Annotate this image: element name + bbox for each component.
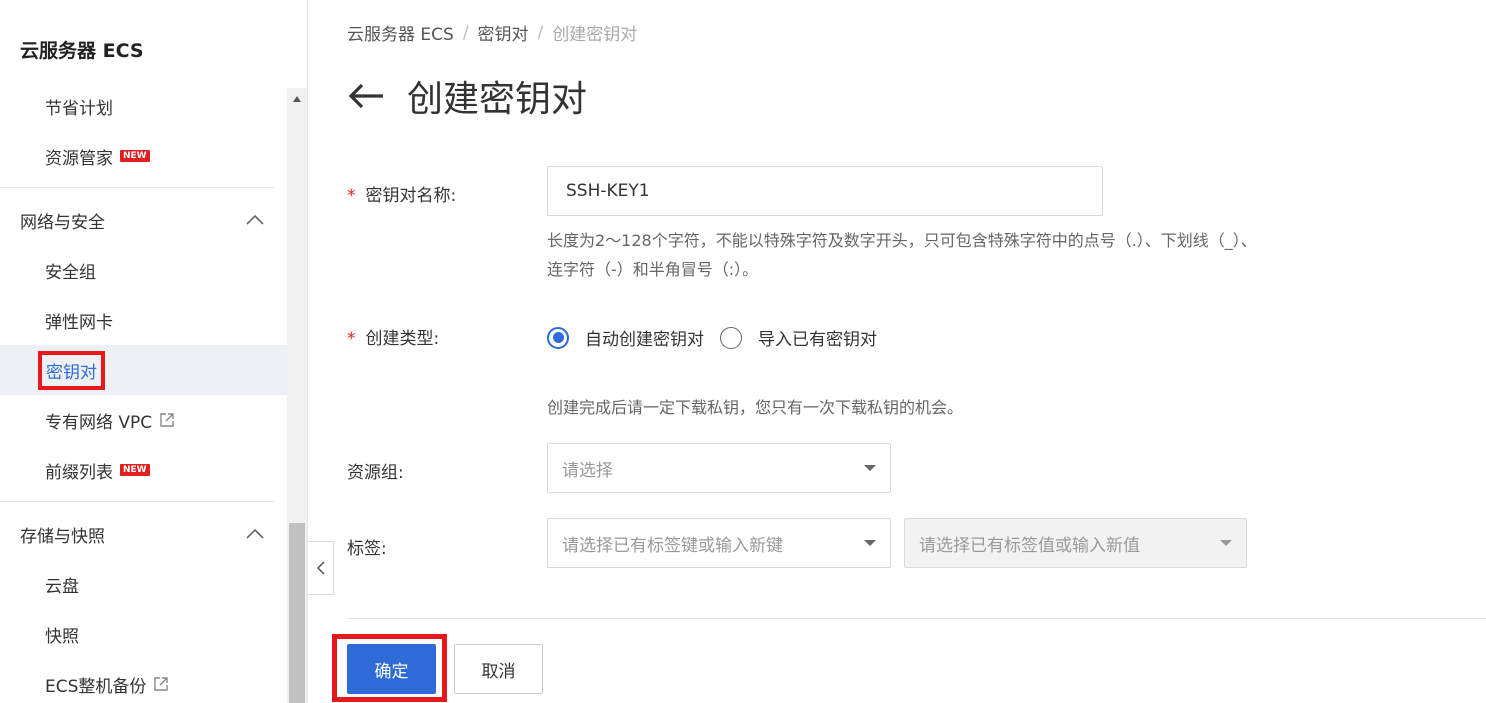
keypair-name-input[interactable] [547, 166, 1103, 216]
sidebar-item-label: ECS整机备份 [45, 676, 147, 697]
sidebar-item-disk[interactable]: 云盘 [0, 559, 287, 609]
tag-value-select: 请选择已有标签值或输入新值 [904, 518, 1247, 568]
required-mark: * [347, 186, 356, 206]
sidebar-item-label: 快照 [45, 626, 79, 647]
new-badge: NEW [120, 464, 150, 476]
sidebar-scrollbar-thumb[interactable] [289, 523, 305, 703]
sidebar-item-prefix-list[interactable]: 前缀列表 NEW [0, 445, 287, 495]
caret-down-icon [864, 465, 876, 471]
tag-key-select[interactable]: 请选择已有标签键或输入新键 [547, 518, 891, 568]
external-link-icon [160, 413, 174, 427]
tag-key-placeholder: 请选择已有标签键或输入新键 [562, 535, 783, 556]
cancel-button[interactable]: 取消 [454, 644, 543, 694]
sidebar-divider [0, 501, 274, 502]
collapse-sidebar-button[interactable] [308, 541, 334, 595]
new-badge: NEW [120, 150, 150, 162]
keypair-name-hint-line1: 长度为2～128个字符，不能以特殊字符及数字开头，只可包含特殊字符中的点号（.）… [547, 231, 1257, 250]
footer-divider [347, 618, 1486, 619]
sidebar-section-label: 网络与安全 [20, 212, 105, 233]
caret-down-icon [864, 540, 876, 546]
sidebar-item-resource-manager[interactable]: 资源管家 NEW [0, 131, 287, 181]
page-header: 创建密钥对 [347, 70, 587, 122]
breadcrumb-item-ecs[interactable]: 云服务器 ECS [347, 20, 454, 45]
chevron-up-icon [246, 214, 264, 225]
sidebar-item-label: 密钥对 [38, 350, 105, 390]
sidebar-item-label: 云盘 [45, 576, 79, 597]
sidebar-section-storage-snapshot[interactable]: 存储与快照 [0, 509, 287, 559]
sidebar-item-security-group[interactable]: 安全组 [0, 245, 287, 295]
sidebar-item-keypair[interactable]: 密钥对 [0, 345, 287, 395]
sidebar-item-ecs-backup[interactable]: ECS整机备份 [0, 659, 287, 703]
external-link-icon [154, 677, 169, 691]
sidebar-section-network-security[interactable]: 网络与安全 [0, 195, 287, 245]
radio-import-existing[interactable] [720, 326, 742, 349]
ok-button[interactable]: 确定 [347, 644, 436, 694]
breadcrumb-item-current: 创建密钥对 [552, 25, 638, 45]
create-type-radio-group: 自动创建密钥对 导入已有密钥对 [547, 325, 877, 350]
resource-group-placeholder: 请选择 [562, 460, 613, 481]
resource-group-label: 资源组: [347, 463, 404, 483]
sidebar: 云服务器 ECS 节省计划 资源管家 NEW 网络与安全 安全组 弹性网卡 密钥… [0, 0, 308, 703]
sidebar-divider [0, 187, 274, 188]
create-type-hint: 创建完成后请一定下载私钥，您只有一次下载私钥的机会。 [547, 398, 964, 417]
breadcrumb-separator: / [462, 22, 469, 43]
sidebar-section-label: 存储与快照 [20, 526, 105, 547]
radio-import-existing-label[interactable]: 导入已有密钥对 [758, 325, 877, 350]
radio-auto-create-label[interactable]: 自动创建密钥对 [585, 325, 704, 350]
sidebar-item-label: 节省计划 [45, 98, 113, 119]
breadcrumb-item-keypair[interactable]: 密钥对 [478, 20, 529, 45]
create-type-label-text: 创建类型: [365, 329, 440, 349]
tag-value-placeholder: 请选择已有标签值或输入新值 [919, 535, 1140, 556]
keypair-name-hint-line2: 连字符（-）和半角冒号（:）。 [547, 260, 759, 279]
keypair-name-label-text: 密钥对名称: [365, 186, 457, 206]
sidebar-item-label: 资源管家 [45, 148, 113, 169]
sidebar-item-label: 弹性网卡 [45, 312, 113, 333]
keypair-name-label: * 密钥对名称: [347, 181, 456, 206]
sidebar-item-label: 安全组 [45, 262, 96, 283]
breadcrumb-separator: / [537, 22, 544, 43]
back-arrow-icon[interactable] [347, 81, 385, 111]
radio-dot [552, 332, 564, 343]
radio-auto-create[interactable] [547, 326, 569, 349]
sidebar-item-vpc[interactable]: 专有网络 VPC [0, 395, 287, 445]
tags-label: 标签: [347, 539, 387, 559]
scroll-up-arrow-icon[interactable] [293, 96, 301, 102]
chevron-up-icon [246, 528, 264, 539]
sidebar-item-snapshot[interactable]: 快照 [0, 609, 287, 659]
sidebar-item-savings-plan[interactable]: 节省计划 [0, 81, 287, 131]
sidebar-title: 云服务器 ECS [20, 40, 144, 62]
breadcrumb: 云服务器 ECS / 密钥对 / 创建密钥对 [347, 20, 638, 46]
create-type-label: * 创建类型: [347, 324, 439, 349]
create-keypair-page: 云服务器 ECS 节省计划 资源管家 NEW 网络与安全 安全组 弹性网卡 密钥… [0, 0, 1486, 703]
chevron-left-icon [316, 561, 325, 575]
resource-group-select[interactable]: 请选择 [547, 443, 891, 493]
sidebar-item-eni[interactable]: 弹性网卡 [0, 295, 287, 345]
caret-down-icon [1220, 540, 1232, 546]
sidebar-item-label: 专有网络 VPC [45, 412, 153, 433]
page-title: 创建密钥对 [407, 79, 588, 120]
required-mark: * [347, 329, 356, 349]
sidebar-item-label: 前缀列表 [45, 462, 113, 483]
